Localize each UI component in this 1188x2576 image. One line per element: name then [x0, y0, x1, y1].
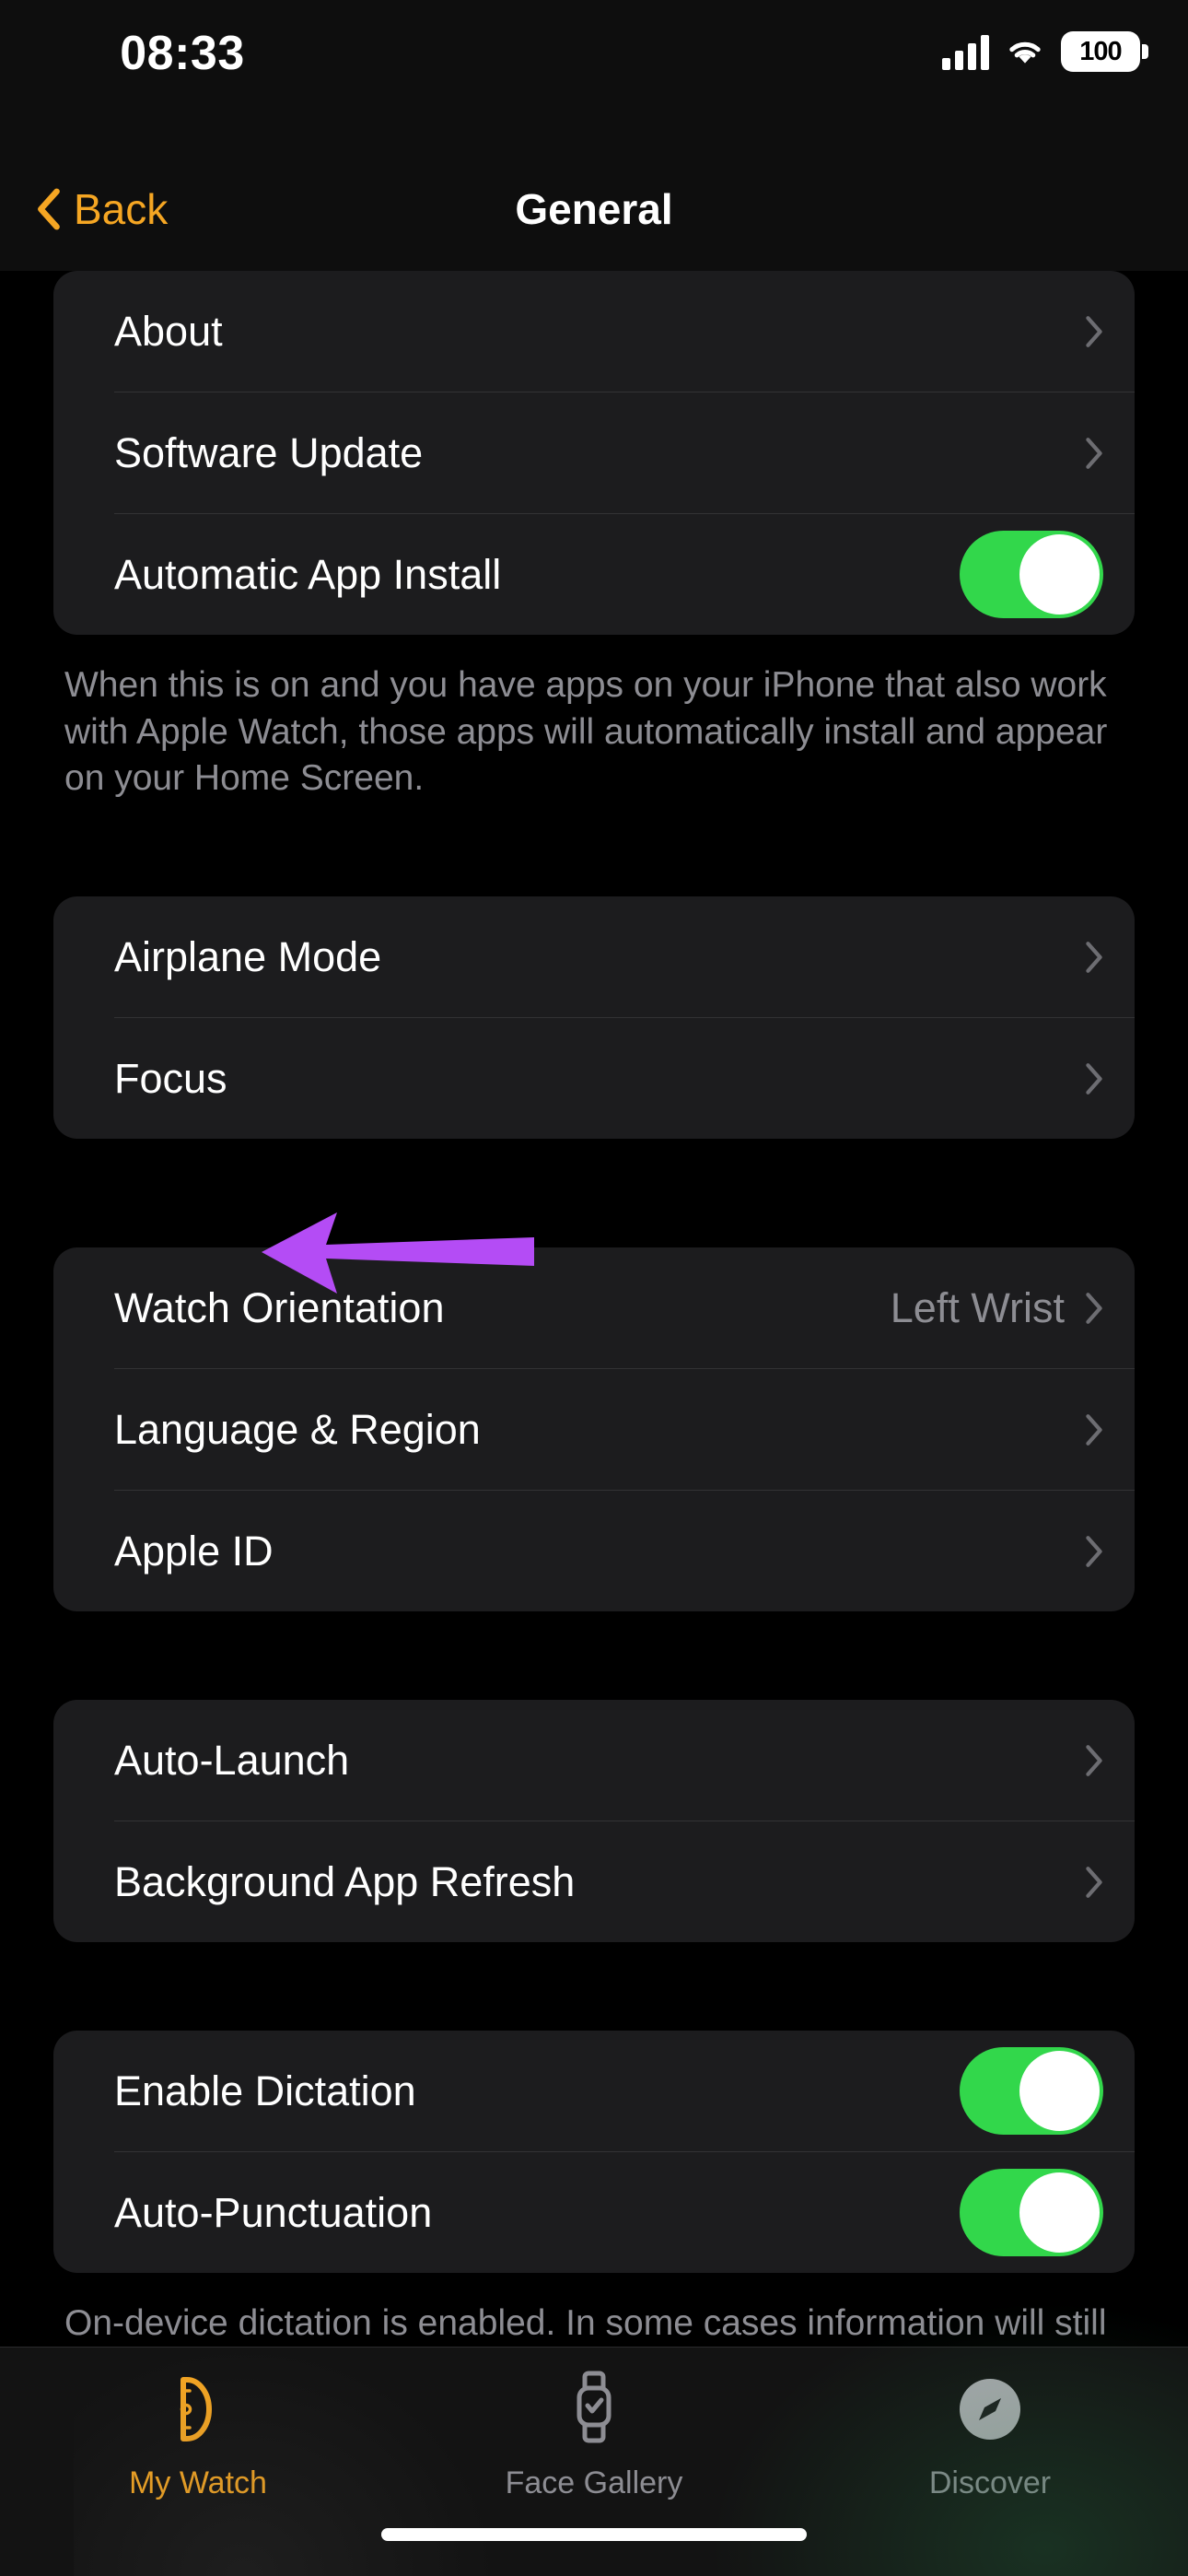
- back-button-label: Back: [74, 184, 168, 234]
- tab-face-gallery[interactable]: Face Gallery: [396, 2368, 792, 2501]
- navigation-bar: General Back: [0, 147, 1188, 271]
- spacer: [0, 1139, 1188, 1247]
- settings-group-connectivity: Airplane Mode Focus: [53, 896, 1135, 1139]
- row-watch-orientation[interactable]: Watch Orientation Left Wrist: [53, 1247, 1135, 1368]
- row-value: Left Wrist: [891, 1284, 1065, 1332]
- chevron-right-icon: [1085, 1062, 1103, 1095]
- row-label: Apple ID: [114, 1528, 1085, 1575]
- tab-my-watch[interactable]: My Watch: [0, 2368, 396, 2501]
- cellular-signal-icon: [942, 33, 989, 70]
- row-automatic-app-install[interactable]: Automatic App Install: [53, 514, 1135, 635]
- chevron-left-icon: [35, 188, 61, 230]
- spacer: [0, 1611, 1188, 1700]
- settings-group-general: About Software Update Automatic App Inst…: [53, 271, 1135, 635]
- tab-label: Discover: [929, 2465, 1051, 2501]
- spacer: [0, 1942, 1188, 2031]
- row-auto-punctuation[interactable]: Auto-Punctuation: [53, 2152, 1135, 2273]
- row-auto-launch[interactable]: Auto-Launch: [53, 1700, 1135, 1821]
- enable-dictation-toggle[interactable]: [960, 2047, 1103, 2135]
- settings-list[interactable]: About Software Update Automatic App Inst…: [0, 271, 1188, 2347]
- footer-dictation: On-device dictation is enabled. In some …: [64, 2301, 1124, 2347]
- page-title: General: [0, 147, 1188, 271]
- settings-group-dictation: Enable Dictation Auto-Punctuation: [53, 2031, 1135, 2273]
- row-background-app-refresh[interactable]: Background App Refresh: [53, 1821, 1135, 1942]
- status-indicators: 100: [942, 31, 1140, 72]
- battery-icon: 100: [1061, 31, 1140, 72]
- row-focus[interactable]: Focus: [53, 1018, 1135, 1139]
- row-label: About: [114, 308, 1085, 356]
- watch-face-check-icon: [567, 2368, 621, 2451]
- row-enable-dictation[interactable]: Enable Dictation: [53, 2031, 1135, 2151]
- row-label: Enable Dictation: [114, 2067, 960, 2115]
- row-airplane-mode[interactable]: Airplane Mode: [53, 896, 1135, 1017]
- toggle-knob: [1019, 2051, 1100, 2131]
- row-label: Focus: [114, 1055, 1085, 1103]
- settings-group-apps: Auto-Launch Background App Refresh: [53, 1700, 1135, 1942]
- chevron-right-icon: [1085, 1413, 1103, 1446]
- row-about[interactable]: About: [53, 271, 1135, 392]
- chevron-right-icon: [1085, 315, 1103, 348]
- row-label: Watch Orientation: [114, 1284, 891, 1332]
- row-apple-id[interactable]: Apple ID: [53, 1491, 1135, 1611]
- row-label: Auto-Punctuation: [114, 2189, 960, 2237]
- spacer: [0, 802, 1188, 896]
- wifi-icon: [1004, 35, 1046, 68]
- automatic-app-install-toggle[interactable]: [960, 531, 1103, 618]
- chevron-right-icon: [1085, 1292, 1103, 1325]
- toggle-knob: [1019, 2172, 1100, 2253]
- chevron-right-icon: [1085, 1535, 1103, 1568]
- back-button[interactable]: Back: [35, 147, 168, 271]
- tab-label: Face Gallery: [506, 2465, 683, 2501]
- row-label: Background App Refresh: [114, 1858, 1085, 1906]
- tab-bar: My Watch Face Gallery: [0, 2347, 1188, 2576]
- auto-punctuation-toggle[interactable]: [960, 2169, 1103, 2256]
- toggle-knob: [1019, 534, 1100, 615]
- status-bar: 08:33 100: [0, 0, 1188, 147]
- row-software-update[interactable]: Software Update: [53, 392, 1135, 513]
- battery-percent: 100: [1079, 37, 1121, 67]
- home-indicator[interactable]: [381, 2528, 807, 2541]
- footer-dictation-text: On-device dictation is enabled. In some …: [64, 2303, 1107, 2347]
- chevron-right-icon: [1085, 941, 1103, 974]
- row-label: Auto-Launch: [114, 1737, 1085, 1785]
- chevron-right-icon: [1085, 1866, 1103, 1899]
- row-label: Airplane Mode: [114, 933, 1085, 981]
- chevron-right-icon: [1085, 1744, 1103, 1777]
- watch-band-icon: [169, 2368, 227, 2451]
- phone-screen: 08:33 100 General Back About: [0, 0, 1188, 2576]
- chevron-right-icon: [1085, 437, 1103, 470]
- tab-discover[interactable]: Discover: [792, 2368, 1188, 2501]
- status-time: 08:33: [81, 26, 284, 81]
- row-label: Automatic App Install: [114, 551, 960, 599]
- footer-automatic-app-install: When this is on and you have apps on you…: [64, 662, 1124, 802]
- row-language-region[interactable]: Language & Region: [53, 1369, 1135, 1490]
- row-label: Software Update: [114, 429, 1085, 477]
- settings-group-device: Watch Orientation Left Wrist Language & …: [53, 1247, 1135, 1611]
- tab-label: My Watch: [129, 2465, 267, 2501]
- compass-icon: [955, 2368, 1025, 2451]
- row-label: Language & Region: [114, 1406, 1085, 1454]
